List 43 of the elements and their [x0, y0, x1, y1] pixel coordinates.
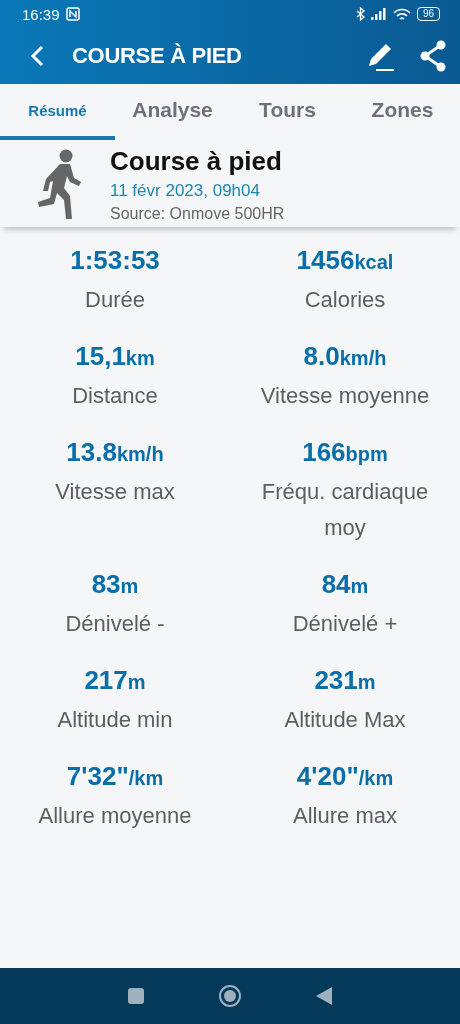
share-icon[interactable] [420, 40, 446, 72]
stat-label: Vitesse max [55, 478, 175, 507]
stat-value: 13.8km/h [66, 437, 164, 469]
stat-label: Allure max [293, 802, 397, 831]
activity-source: Source: Onmove 500HR [110, 205, 285, 223]
home-icon[interactable] [218, 984, 242, 1008]
stat-label: Altitude Max [284, 705, 406, 734]
recent-apps-icon[interactable] [126, 987, 145, 1005]
stat-value: 7'32"/km [66, 761, 164, 793]
back-nav-icon[interactable] [315, 986, 334, 1006]
activity-date: 11 févr 2023, 09h04 [110, 181, 261, 201]
stat-value: 4'20"/km [296, 761, 394, 793]
screen-title: COURSE À PIED [72, 43, 243, 69]
tab[interactable]: Résumé [0, 84, 115, 140]
signal-icon [370, 8, 387, 20]
stat-value: 1:53:53 [70, 245, 160, 276]
stat-value: 83m [91, 568, 139, 600]
stat-label: Durée [85, 286, 145, 314]
battery-indicator: 96 [416, 7, 440, 21]
tab[interactable]: Analyse [115, 84, 230, 140]
stat-label: Dénivelé + [292, 609, 398, 638]
status-time: 16:39 [22, 5, 60, 23]
stat-value: 217m [84, 664, 146, 696]
stat-label: Vitesse moyenne [260, 382, 430, 411]
stat-label: Fréqu. cardiaque moy [260, 478, 430, 542]
stat-value: 166bpm [302, 437, 388, 469]
stat-value: 84m [321, 568, 369, 600]
stat-label: Calories [304, 286, 386, 314]
stat-value: 8.0km/h [303, 341, 387, 373]
nfc-icon [65, 7, 80, 21]
tab[interactable]: Tours [230, 84, 345, 140]
activity-title: Course à pied [110, 146, 283, 177]
stat-value: 15,1km [75, 341, 155, 373]
bluetooth-icon [355, 7, 365, 21]
back-icon[interactable] [30, 45, 44, 67]
stat-label: Dénivelé - [65, 609, 165, 638]
tab[interactable]: Zones [345, 84, 460, 140]
stat-label: Altitude min [57, 705, 173, 734]
stat-label: Distance [72, 382, 158, 411]
wifi-icon [392, 7, 411, 21]
stat-value: 231m [314, 664, 376, 696]
stat-label: Allure moyenne [38, 802, 192, 831]
stat-value: 1456kcal [296, 245, 394, 276]
